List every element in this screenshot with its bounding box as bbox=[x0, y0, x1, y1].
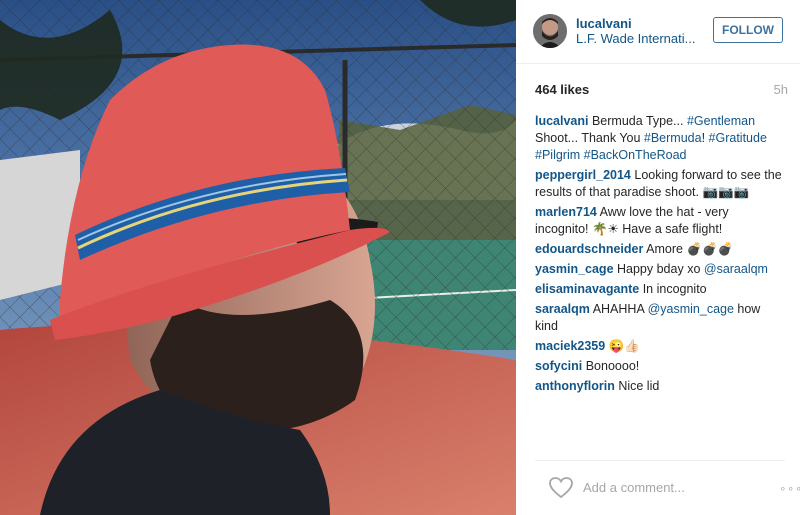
avatar-image bbox=[533, 14, 567, 48]
hashtag-link[interactable]: #Bermuda bbox=[644, 131, 702, 145]
comment-text: 😜👍🏻 bbox=[605, 339, 640, 353]
post-timestamp[interactable]: 5h bbox=[774, 82, 788, 97]
post-footer: Add a comment... ∘∘∘ bbox=[535, 460, 800, 515]
comment-username[interactable]: anthonyflorin bbox=[535, 379, 615, 393]
comment-username[interactable]: marlen714 bbox=[535, 205, 597, 219]
comment: elisaminavagante In incognito bbox=[535, 281, 785, 298]
hashtag-link[interactable]: #Gratitude bbox=[709, 131, 767, 145]
comment: maciek2359 😜👍🏻 bbox=[535, 338, 785, 355]
caption-text: Bermuda Type... bbox=[588, 114, 687, 128]
comment: saraalqm AHAHHA @yasmin_cage how kind bbox=[535, 301, 785, 335]
comment-text: Happy bday xo bbox=[613, 262, 704, 276]
comment-username[interactable]: maciek2359 bbox=[535, 339, 605, 353]
author-username[interactable]: lucalvani bbox=[576, 16, 632, 31]
comment-text: AHAHHA bbox=[589, 302, 648, 316]
comment-username[interactable]: sofycini bbox=[535, 359, 582, 373]
comment-username[interactable]: peppergirl_2014 bbox=[535, 168, 631, 182]
hashtag-link[interactable]: #BackOnTheRoad bbox=[584, 148, 687, 162]
avatar[interactable] bbox=[533, 14, 567, 48]
comment-text: Bonoooo! bbox=[582, 359, 640, 373]
heart-icon[interactable] bbox=[549, 477, 573, 499]
follow-button[interactable]: FOLLOW bbox=[713, 17, 783, 43]
post-header: lucalvani L.F. Wade Internati... FOLLOW bbox=[516, 0, 800, 64]
mention-link[interactable]: @yasmin_cage bbox=[648, 302, 734, 316]
mention-link[interactable]: @saraalqm bbox=[704, 262, 768, 276]
comment: sofycini Bonoooo! bbox=[535, 358, 785, 375]
caption-text: Shoot... Thank You bbox=[535, 131, 644, 145]
instagram-post: lucalvani L.F. Wade Internati... FOLLOW … bbox=[0, 0, 800, 515]
comment: peppergirl_2014 Looking forward to see t… bbox=[535, 167, 785, 201]
add-comment-input[interactable]: Add a comment... bbox=[583, 480, 685, 495]
comment: edouardschneider Amore 💣💣💣 bbox=[535, 241, 785, 258]
comment-username[interactable]: yasmin_cage bbox=[535, 262, 614, 276]
caption-username[interactable]: lucalvani bbox=[535, 114, 589, 128]
caption-text: ! bbox=[701, 131, 709, 145]
hashtag-link[interactable]: #Pilgrim bbox=[535, 148, 580, 162]
comments-list: lucalvani Bermuda Type... #Gentleman Sho… bbox=[535, 113, 785, 398]
post-details-panel: lucalvani L.F. Wade Internati... FOLLOW … bbox=[516, 0, 800, 515]
comment: yasmin_cage Happy bday xo @saraalqm bbox=[535, 261, 785, 278]
comment-username[interactable]: elisaminavagante bbox=[535, 282, 639, 296]
caption: lucalvani Bermuda Type... #Gentleman Sho… bbox=[535, 113, 785, 164]
photo-illustration bbox=[0, 0, 516, 515]
comment-text: Nice lid bbox=[614, 379, 660, 393]
hashtag-link[interactable]: #Gentleman bbox=[687, 114, 755, 128]
post-location[interactable]: L.F. Wade Internati... bbox=[576, 31, 695, 46]
post-photo[interactable] bbox=[0, 0, 516, 515]
likes-count[interactable]: 464 likes bbox=[535, 82, 589, 97]
comment-text: Amore 💣💣💣 bbox=[643, 242, 734, 256]
comment-text: In incognito bbox=[639, 282, 707, 296]
comment: marlen714 Aww love the hat - very incogn… bbox=[535, 204, 785, 238]
comment: anthonyflorin Nice lid bbox=[535, 378, 785, 395]
comment-username[interactable]: edouardschneider bbox=[535, 242, 643, 256]
comment-username[interactable]: saraalqm bbox=[535, 302, 590, 316]
more-options-icon[interactable]: ∘∘∘ bbox=[779, 482, 800, 495]
